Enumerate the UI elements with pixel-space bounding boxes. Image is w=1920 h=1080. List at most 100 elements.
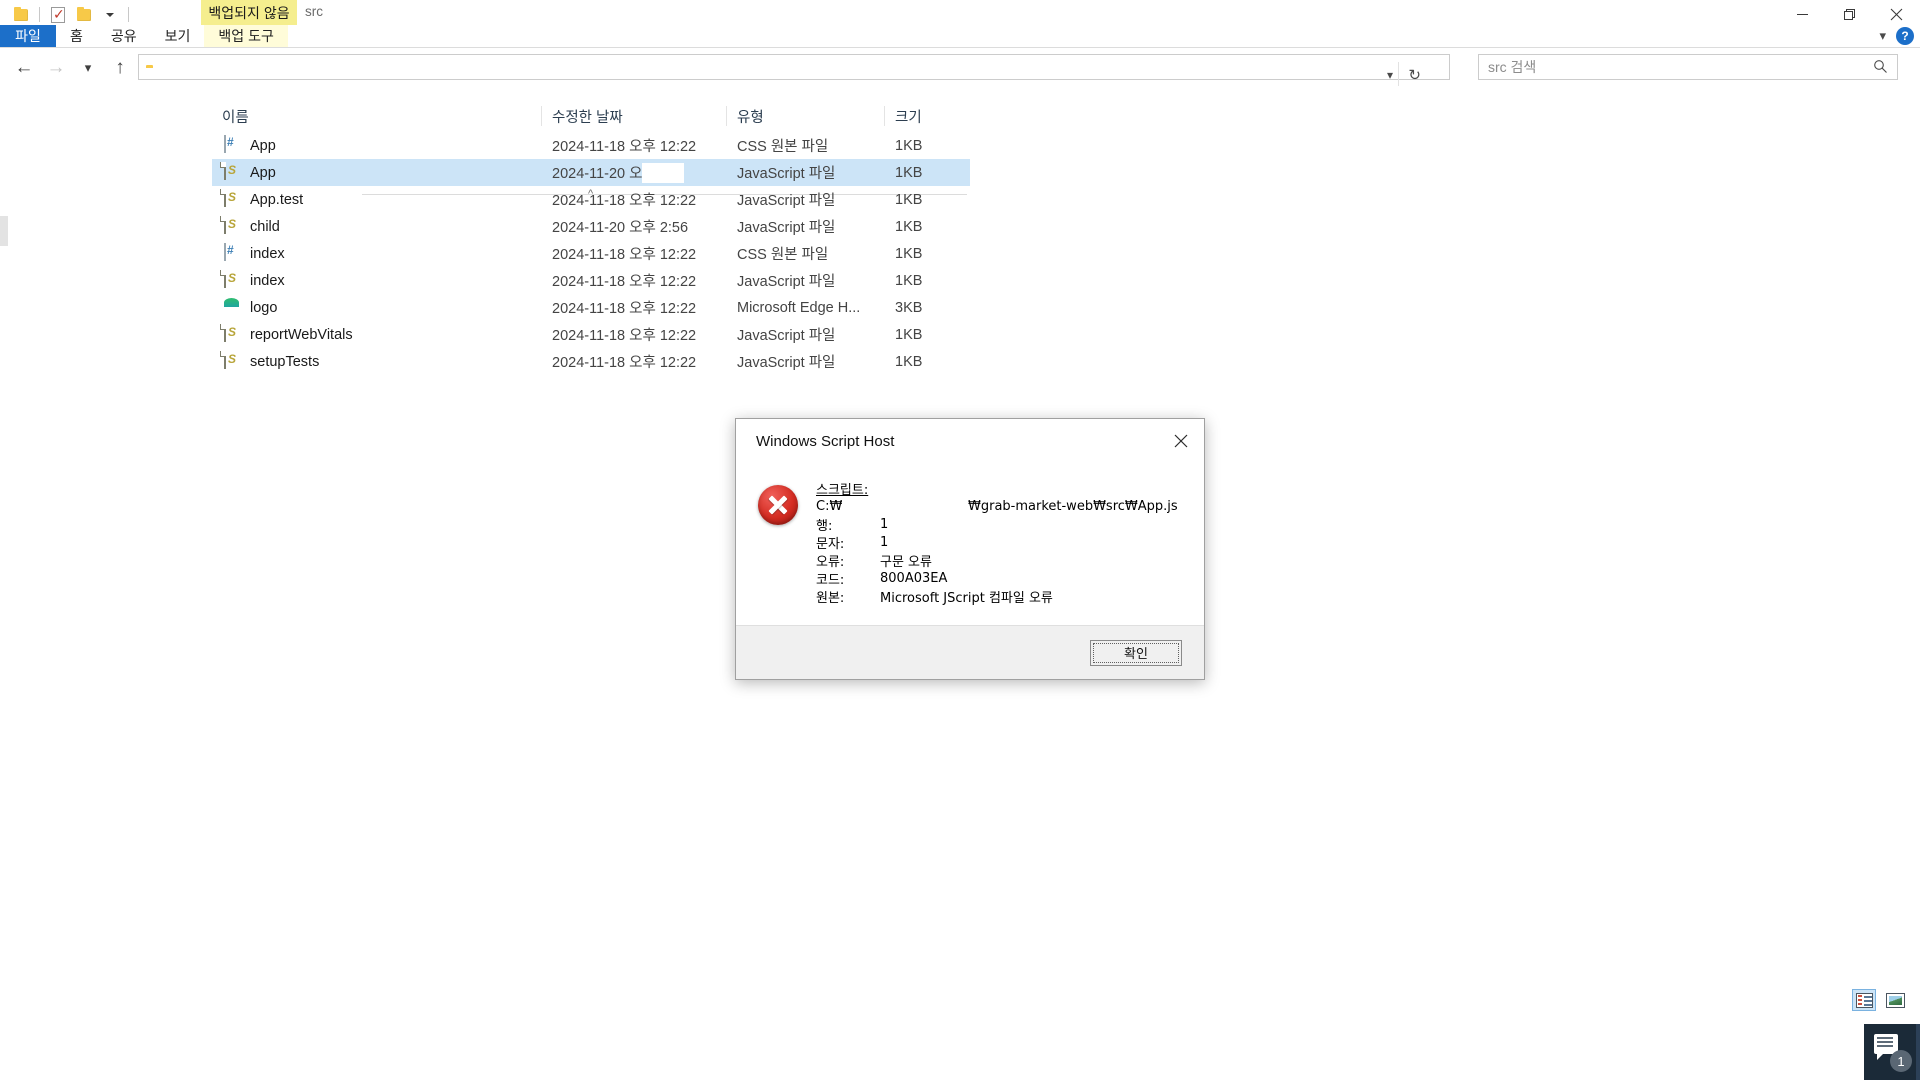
table-row[interactable]: App 2024-11-18 오후 12:22 CSS 원본 파일 1KB (212, 132, 970, 159)
table-row[interactable]: child 2024-11-20 오후 2:56 JavaScript 파일 1… (212, 213, 970, 240)
contextual-tab-banner: 백업되지 않음 (201, 0, 297, 25)
chevron-down-icon[interactable] (97, 2, 123, 28)
chevron-down-icon[interactable]: ▾ (72, 51, 104, 83)
file-name: index (250, 272, 285, 289)
dialog-row-source: 원본: Microsoft JScript 컴파일 오류 (816, 587, 1184, 606)
arrow-right-icon[interactable]: → (40, 51, 72, 83)
file-type-cell: JavaScript 파일 (737, 220, 836, 236)
dialog-label: 오류: (816, 554, 845, 570)
file-name: logo (250, 299, 278, 316)
dialog-value: ₩grab-market-web₩src₩App.js (968, 498, 1178, 514)
file-date-cell: 2024-11-20 오후 (542, 159, 727, 186)
tab-file[interactable]: 파일 (0, 25, 56, 47)
tab-home-label: 홈 (70, 28, 83, 44)
file-type-cell: CSS 원본 파일 (737, 139, 829, 155)
file-name-cell: logo (212, 294, 542, 321)
folder-icon[interactable] (8, 2, 34, 28)
new-folder-icon[interactable] (71, 2, 97, 28)
address-input[interactable]: ▾ ↻ (138, 54, 1450, 86)
dialog-label: 원본: (816, 590, 845, 606)
ribbon-right-controls: ▾ ? (1879, 25, 1914, 47)
dialog-value: 구문 오류 (880, 554, 932, 570)
address-bar: ← → ▾ ↑ ▾ ↻ src 검색 (0, 48, 1920, 86)
file-name: index (250, 245, 285, 262)
file-name-cell: App (212, 159, 542, 186)
chevron-down-icon[interactable]: ▾ (1387, 68, 1393, 82)
file-type-cell: JavaScript 파일 (737, 193, 836, 209)
column-type[interactable]: 유형 (727, 102, 885, 130)
dialog-row-code: 코드: 800A03EA (816, 569, 1184, 588)
table-row[interactable]: reportWebVitals 2024-11-18 오후 12:22 Java… (212, 321, 970, 348)
ribbon-tab-strip: 파일 홈 공유 보기 백업 도구 ▾ ? (0, 25, 1920, 47)
file-date-cell: 2024-11-18 오후 12:22 (552, 247, 697, 263)
dialog-row-script: 스크립트: (816, 479, 1184, 498)
js-file-icon (222, 162, 242, 182)
column-size[interactable]: 크기 (885, 102, 970, 130)
table-row[interactable]: App 2024-11-20 오후 JavaScript 파일 1KB (212, 159, 970, 186)
ok-button[interactable]: 확인 (1090, 639, 1182, 666)
help-icon[interactable]: ? (1896, 27, 1914, 45)
file-explorer-window: 백업되지 않음 src 파일 홈 (0, 0, 1920, 1080)
dialog-label: 코드: (816, 572, 845, 588)
file-name-cell: App (212, 132, 542, 159)
css-file-icon (222, 135, 242, 155)
dialog-label: 문자: (816, 536, 845, 552)
column-header-row: 이름 수정한 날짜 유형 크기 (212, 102, 970, 130)
chevron-down-icon[interactable]: ▾ (1879, 28, 1886, 44)
dialog-row-error: 오류: 구문 오류 (816, 551, 1184, 570)
tab-backup-tools[interactable]: 백업 도구 (204, 25, 288, 47)
column-name[interactable]: 이름 (212, 102, 542, 130)
file-name-cell: index (212, 240, 542, 267)
arrow-up-icon[interactable]: ↑ (104, 51, 136, 83)
details-view-icon[interactable] (1852, 989, 1876, 1011)
tab-share[interactable]: 공유 (97, 25, 151, 47)
thumbnail-view-icon[interactable] (1884, 990, 1906, 1010)
search-input[interactable]: src 검색 (1478, 54, 1898, 80)
file-date-cell: 2024-11-18 오후 12:22 (552, 139, 697, 155)
file-name: setupTests (250, 353, 320, 370)
ok-button-label: 확인 (1124, 646, 1148, 661)
file-date-cell: 2024-11-20 오후 2:56 (552, 220, 689, 236)
table-row[interactable]: index 2024-11-18 오후 12:22 CSS 원본 파일 1KB (212, 240, 970, 267)
table-row[interactable]: logo 2024-11-18 오후 12:22 Microsoft Edge … (212, 294, 970, 321)
column-name-label: 이름 (222, 109, 249, 126)
dialog-value: 800A03EA (880, 570, 948, 586)
file-name-cell: child (212, 213, 542, 240)
column-date-label: 수정한 날짜 (552, 109, 623, 126)
search-placeholder: src 검색 (1488, 59, 1537, 75)
scrollbar-thumb[interactable] (0, 216, 8, 246)
file-size-cell: 1KB (895, 326, 923, 343)
file-date-cell: 2024-11-18 오후 12:22 (552, 355, 697, 371)
properties-checklist-icon[interactable] (45, 2, 71, 28)
file-rows: App 2024-11-18 오후 12:22 CSS 원본 파일 1KB Ap… (212, 132, 970, 375)
file-name-cell: reportWebVitals (212, 321, 542, 348)
dialog-row-char: 문자: 1 (816, 533, 1184, 552)
refresh-icon[interactable]: ↻ (1408, 66, 1421, 84)
close-icon[interactable] (1158, 419, 1204, 463)
tab-home[interactable]: 홈 (56, 25, 97, 47)
file-date-cell: 2024-11-18 오후 12:22 (552, 301, 697, 317)
ribbon-tabs: 파일 홈 공유 보기 백업 도구 (0, 25, 1920, 47)
tab-view[interactable]: 보기 (151, 25, 205, 47)
js-file-icon (222, 189, 242, 209)
table-row[interactable]: App.test 2024-11-18 오후 12:22 JavaScript … (212, 186, 970, 213)
date-overlay-box (642, 163, 684, 183)
file-date-cell: 2024-11-18 오후 12:22 (552, 328, 697, 344)
file-size-cell: 1KB (895, 353, 923, 370)
file-size-cell: 1KB (895, 164, 923, 181)
table-row[interactable]: setupTests 2024-11-18 오후 12:22 JavaScrip… (212, 348, 970, 375)
notification-badge: 1 (1890, 1050, 1912, 1072)
file-type-cell: JavaScript 파일 (737, 166, 836, 182)
js-file-icon (222, 216, 242, 236)
file-name: child (250, 218, 280, 235)
file-type-cell: CSS 원본 파일 (737, 247, 829, 263)
toolbar-divider (39, 7, 40, 22)
search-icon[interactable] (1873, 59, 1888, 79)
file-name: reportWebVitals (250, 326, 353, 343)
toolbar-divider-2 (128, 7, 129, 22)
arrow-left-icon[interactable]: ← (8, 51, 40, 83)
column-date-modified[interactable]: 수정한 날짜 (542, 102, 727, 130)
tab-file-label: 파일 (15, 28, 41, 44)
table-row[interactable]: index 2024-11-18 오후 12:22 JavaScript 파일 … (212, 267, 970, 294)
system-tray: 1 (1864, 1024, 1920, 1080)
